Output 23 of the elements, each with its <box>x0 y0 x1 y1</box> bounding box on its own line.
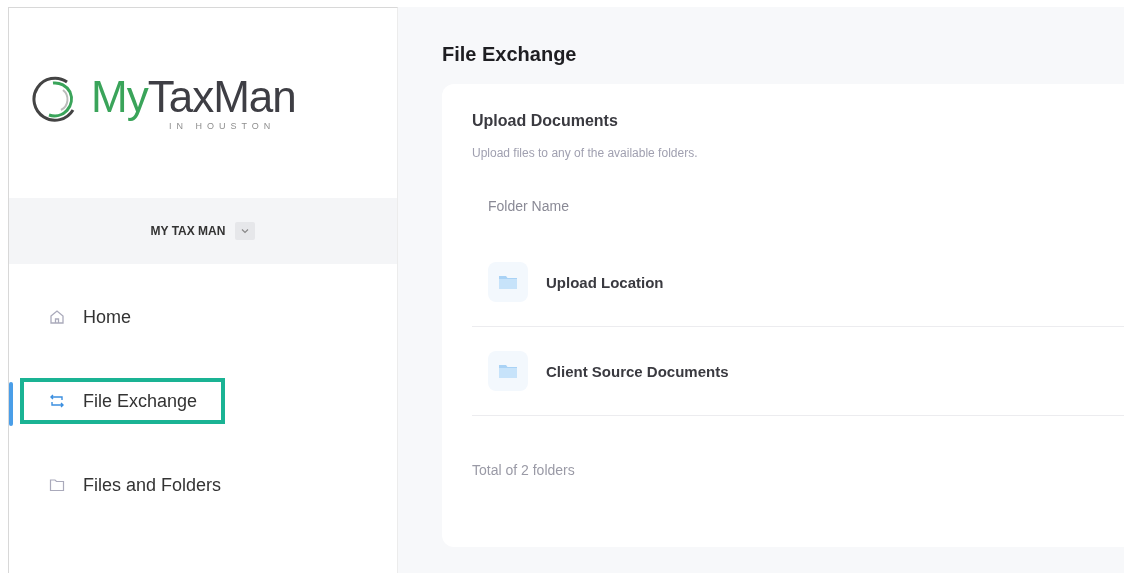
account-name: MY TAX MAN <box>150 224 226 238</box>
folder-name: Client Source Documents <box>546 362 729 380</box>
page-title: File Exchange <box>442 43 578 66</box>
folder-row[interactable]: Client Source Documents <box>472 327 1124 416</box>
folder-icon <box>488 351 528 391</box>
nav-item[interactable]: Files and Folders <box>20 462 250 508</box>
chevron-down-icon <box>241 228 250 234</box>
logo-text: TaxMan <box>147 72 296 121</box>
folder-count: Total of 2 folders <box>472 462 576 478</box>
folder-icon <box>488 262 528 302</box>
dropdown-button[interactable] <box>235 222 256 240</box>
nav-item[interactable]: File Exchange <box>20 378 226 424</box>
folder-name: Upload Location <box>546 273 664 291</box>
folder-row[interactable]: Upload Location <box>472 238 1124 327</box>
folder-icon <box>49 477 65 493</box>
logo-tagline: IN HOUSTON <box>169 121 277 131</box>
logo-text: My <box>91 72 148 121</box>
nav-item[interactable]: Home <box>20 294 159 340</box>
exchange-icon <box>49 393 65 409</box>
home-icon <box>49 309 65 325</box>
card-title: Upload Documents <box>472 112 619 130</box>
card-subtitle: Upload files to any of the available folders. <box>472 146 699 160</box>
column-header: Folder Name <box>488 198 569 214</box>
